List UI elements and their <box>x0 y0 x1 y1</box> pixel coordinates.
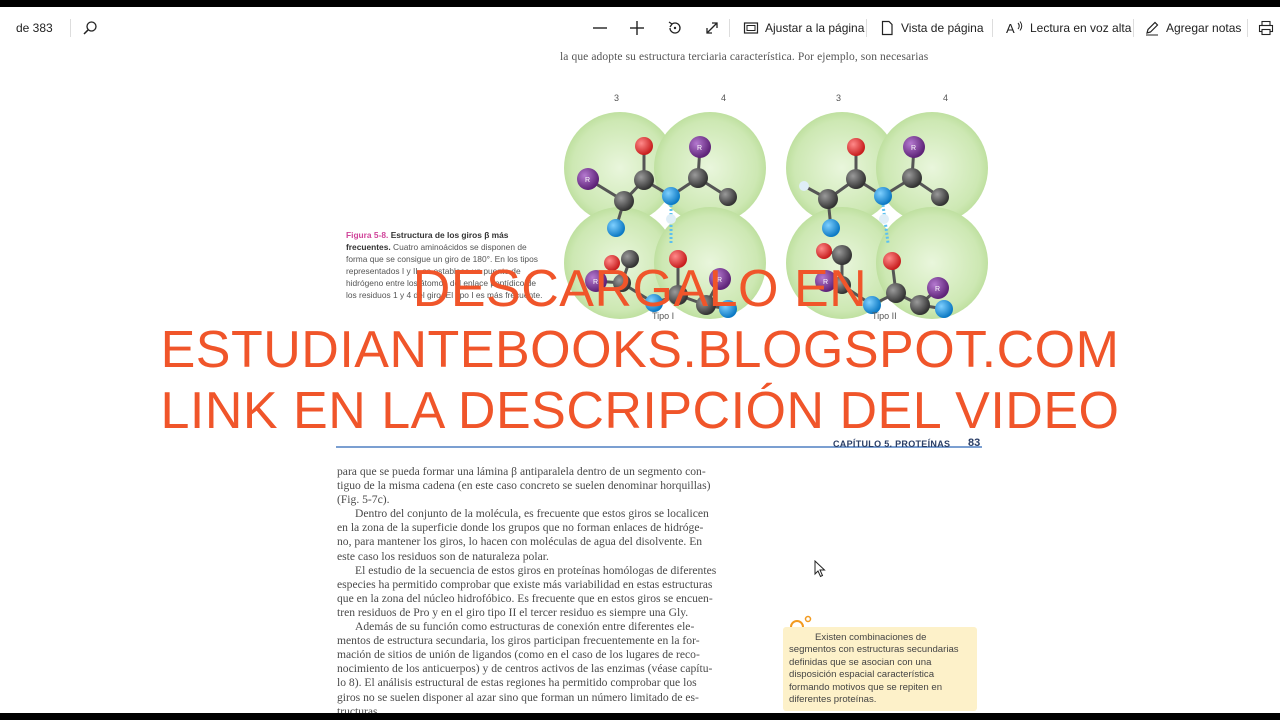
r-group-label: R <box>717 277 722 284</box>
read-aloud-icon: A <box>1006 20 1024 36</box>
body-text-line: lo 8). El análisis estructural de estas … <box>337 676 697 690</box>
body-text-line: para que se pueda formar una lámina β an… <box>337 465 706 478</box>
body-text-line: este caso los residuos son de naturaleza… <box>337 549 549 563</box>
pdf-page[interactable]: la que adopte su estructura terciaria ca… <box>0 49 1280 713</box>
plus-icon <box>629 20 645 36</box>
page-number: 83 <box>968 437 981 449</box>
search-icon <box>82 20 98 36</box>
residue-4-label: 4 <box>721 93 726 103</box>
print-icon <box>1258 20 1274 36</box>
body-text-line: que en la zona del núcleo hidrofóbico. E… <box>337 591 713 605</box>
figure-caption: Figura 5-8. Estructura de los giros β má… <box>346 229 546 301</box>
residue-1-label: 1 <box>930 331 935 333</box>
body-text: para que se pueda formar una lámina β an… <box>337 465 767 713</box>
fit-page-button[interactable]: Ajustar a la página <box>743 7 864 49</box>
body-text-line: nocimiento de los anticuerpos) y de cent… <box>337 662 713 676</box>
type-1-structure: 3 4 Tipo I R R R R <box>564 93 766 321</box>
body-text-line: mentos de estructura secundaria, los gir… <box>337 634 700 648</box>
page-icon <box>879 20 895 36</box>
toolbar-divider <box>1133 19 1134 37</box>
pdf-viewer-window: de 383 Ajustar a la página Vista de pági… <box>0 7 1280 713</box>
residue-4-label: 4 <box>943 93 948 103</box>
r-group-label: R <box>911 145 916 152</box>
search-button[interactable] <box>82 7 98 49</box>
read-aloud-label: Lectura en voz alta <box>1030 21 1132 35</box>
svg-text:A: A <box>1006 21 1015 36</box>
residue-3-label: 3 <box>614 93 619 103</box>
pen-icon <box>1144 20 1160 36</box>
fit-page-label: Ajustar a la página <box>765 21 865 35</box>
rotate-icon <box>667 20 683 36</box>
body-text-line: en la zona de la superficie donde los gr… <box>337 521 704 535</box>
toolbar-divider <box>866 19 867 37</box>
r-group-label: R <box>697 145 702 152</box>
body-text-line: tiguo de la misma cadena (en este caso c… <box>337 479 711 493</box>
r-group-label: R <box>935 286 940 293</box>
caption-text: del giro. El tipo I es más frecuente. <box>413 290 543 300</box>
fullscreen-button[interactable] <box>704 7 720 49</box>
text-line: la que adopte su estructura terciaria ca… <box>560 51 929 63</box>
fit-page-icon <box>743 20 759 36</box>
print-button[interactable] <box>1258 7 1274 49</box>
body-text-line: mación de sitios de unión de ligandos (c… <box>337 648 700 662</box>
toolbar-divider <box>70 19 71 37</box>
body-text-line: (Fig. 5-7c). <box>337 493 390 507</box>
r-group-label: R <box>585 177 590 184</box>
sidenote-box: Existen combinaciones de segmentos con e… <box>783 627 977 711</box>
type-2-structure: 3 4 1 Tipo II R R R <box>786 93 988 333</box>
minus-icon <box>592 20 608 36</box>
add-notes-button[interactable]: Agregar notas <box>1144 7 1241 49</box>
body-text-line: tren residuos de Pro y en el giro tipo I… <box>337 605 689 619</box>
zoom-in-button[interactable] <box>629 7 645 49</box>
type-1-label: Tipo I <box>652 311 674 321</box>
type-2-label: Tipo II <box>872 311 897 321</box>
body-text-line: Además de su función como estructuras de… <box>355 620 695 634</box>
page-count-label: de 383 <box>16 21 53 35</box>
body-text-line: El estudio de la secuencia de estos giro… <box>355 563 717 577</box>
toolbar-divider <box>1247 19 1248 37</box>
figure-number: Figura 5-8. <box>346 230 391 240</box>
viewer-toolbar: de 383 Ajustar a la página Vista de pági… <box>0 7 1280 49</box>
chapter-label: CAPÍTULO 5. PROTEÍNAS <box>833 439 951 449</box>
add-notes-label: Agregar notas <box>1166 21 1242 35</box>
page-view-label: Vista de página <box>901 21 984 35</box>
zoom-out-button[interactable] <box>592 7 608 49</box>
r-group-label: R <box>593 279 598 286</box>
page-view-button[interactable]: Vista de página <box>879 7 984 49</box>
sidenote-text: Existen combinaciones de segmentos con e… <box>789 632 959 706</box>
body-text-line: especies ha permitido comprobar que exis… <box>337 577 713 591</box>
mouse-cursor-icon <box>814 560 826 578</box>
expand-icon <box>704 20 720 36</box>
read-aloud-button[interactable]: A Lectura en voz alta <box>1006 7 1131 49</box>
r-group-label: R <box>823 279 828 286</box>
rotate-button[interactable] <box>667 7 683 49</box>
toolbar-divider <box>729 19 730 37</box>
body-text-line: giros no se suelen disponer al azar sino… <box>337 690 699 704</box>
toolbar-divider <box>992 19 993 37</box>
body-text-line: Dentro del conjunto de la molécula, es f… <box>355 507 709 521</box>
caption-text: Cuatro aminoácidos se disponen <box>393 242 518 252</box>
body-text-line: no, para mantener los giros, lo hacen co… <box>337 535 703 549</box>
body-text-line: tructuras. <box>337 704 381 713</box>
beta-turn-figure: 3 4 Tipo I R R R R 3 4 Tipo II R R R <box>564 93 988 333</box>
residue-3-label: 3 <box>836 93 841 103</box>
